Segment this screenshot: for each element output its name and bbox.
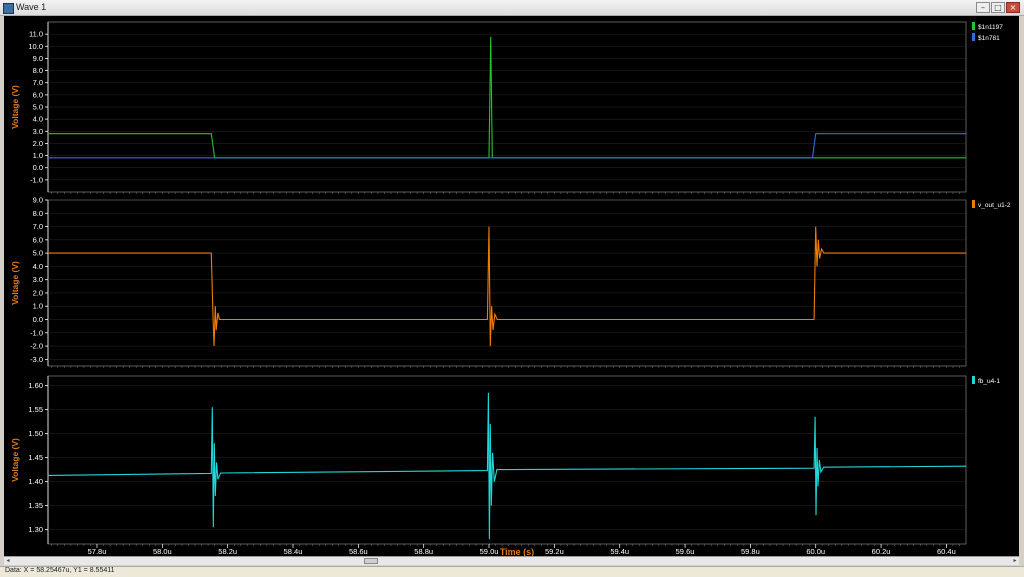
y-tick-label: 2.0	[33, 139, 43, 148]
x-tick-label: 59.8u	[741, 547, 760, 556]
y-tick-label: -3.0	[30, 355, 43, 364]
y-tick-label: 1.50	[28, 429, 43, 438]
y-tick-label: 9.0	[33, 196, 43, 205]
x-tick-label: 60.4u	[937, 547, 956, 556]
x-tick-label: 58.8u	[414, 547, 433, 556]
scroll-left-icon[interactable]: ◂	[4, 557, 12, 565]
app-icon	[3, 3, 14, 14]
x-tick-label: 59.0u	[480, 547, 499, 556]
legend-swatch	[972, 22, 975, 30]
x-tick-label: 60.0u	[806, 547, 825, 556]
y-tick-label: 7.0	[33, 78, 43, 87]
panel-frame-2	[47, 199, 967, 367]
y-tick-label: 4.0	[33, 115, 43, 124]
y-tick-label: 2.0	[33, 288, 43, 297]
legend-label: $1n781	[978, 35, 1000, 42]
y-tick-label: 5.0	[33, 249, 43, 258]
y-tick-label: 1.40	[28, 477, 43, 486]
y-tick-label: 9.0	[33, 54, 43, 63]
legend-swatch	[972, 376, 975, 384]
y-tick-label: 1.30	[28, 525, 43, 534]
maximize-button[interactable]: □	[991, 2, 1005, 13]
x-tick-label: 59.2u	[545, 547, 564, 556]
x-tick-label: 58.4u	[284, 547, 303, 556]
window-title: Wave 1	[16, 2, 47, 12]
legend-swatch	[972, 33, 975, 41]
x-tick-label: 58.2u	[218, 547, 237, 556]
y-tick-label: 6.0	[33, 235, 43, 244]
minimize-button[interactable]: –	[976, 2, 990, 13]
series-v_out_u1-2	[48, 226, 966, 347]
window-titlebar: Wave 1 – □ ×	[0, 0, 1024, 16]
y-tick-label: -2.0	[30, 342, 43, 351]
y-tick-label: 6.0	[33, 90, 43, 99]
y-tick-label: 1.0	[33, 151, 43, 160]
x-tick-label: 58.0u	[153, 547, 172, 556]
x-axis-label: Time (s)	[500, 547, 534, 556]
status-bar: Data: X = 58.25467u, Y1 = 8.55411	[0, 566, 1024, 577]
y-tick-label: 0.0	[33, 315, 43, 324]
series-$1n1197	[48, 36, 966, 159]
y-axis-label: Voltage (V)	[10, 438, 20, 482]
y-tick-label: -1.0	[30, 328, 43, 337]
y-tick-label: 11.0	[29, 30, 43, 39]
y-tick-label: 5.0	[33, 103, 43, 112]
x-tick-label: 60.2u	[872, 547, 891, 556]
x-tick-label: 58.6u	[349, 547, 368, 556]
y-tick-label: 1.45	[28, 453, 43, 462]
legend-label: $1n1197	[978, 24, 1003, 31]
legend-label: v_out_u1-2	[978, 202, 1011, 209]
y-tick-label: 10.0	[28, 42, 43, 51]
y-tick-label: 1.55	[28, 405, 43, 414]
y-tick-label: 8.0	[33, 209, 43, 218]
y-axis-label: Voltage (V)	[10, 85, 20, 129]
y-tick-label: 1.0	[33, 302, 43, 311]
y-tick-label: 0.0	[33, 163, 43, 172]
series-fb_u4-1	[47, 392, 967, 540]
x-tick-label: 57.8u	[88, 547, 107, 556]
scroll-right-icon[interactable]: ▸	[1011, 557, 1019, 565]
panel-frame-3	[47, 375, 967, 545]
waveform-viewer[interactable]: 11.0 10.0 9.0 8.0 7.0 6.0 5.0 4.0 3.0 2.0 1.0 0.0 -1…	[4, 16, 1019, 565]
y-tick-label: 4.0	[33, 262, 43, 271]
y-tick-label: 1.35	[28, 501, 43, 510]
x-tick-label: 59.6u	[676, 547, 695, 556]
legend-swatch	[972, 200, 975, 208]
y-tick-label: 7.0	[33, 222, 43, 231]
x-tick-label: 59.4u	[610, 547, 629, 556]
waveform-chart[interactable]: 11.0 10.0 9.0 8.0 7.0 6.0 5.0 4.0 3.0 2.0 1.0 0.0 -1…	[4, 16, 1019, 557]
y-tick-label: 3.0	[33, 275, 43, 284]
cursor-readout: Data: X = 58.25467u, Y1 = 8.55411	[5, 567, 115, 574]
y-tick-label: 8.0	[33, 66, 43, 75]
scroll-thumb[interactable]	[364, 558, 378, 564]
y-tick-label: 3.0	[33, 127, 43, 136]
legend-label: fb_u4-1	[978, 378, 1000, 385]
horizontal-scrollbar[interactable]: ◂ ▸	[4, 556, 1019, 565]
y-axis-label: Voltage (V)	[10, 261, 20, 305]
close-button[interactable]: ×	[1006, 2, 1020, 13]
series-$1n781	[48, 133, 966, 159]
y-tick-label: 1.60	[28, 381, 43, 390]
y-tick-label: -1.0	[30, 175, 43, 184]
